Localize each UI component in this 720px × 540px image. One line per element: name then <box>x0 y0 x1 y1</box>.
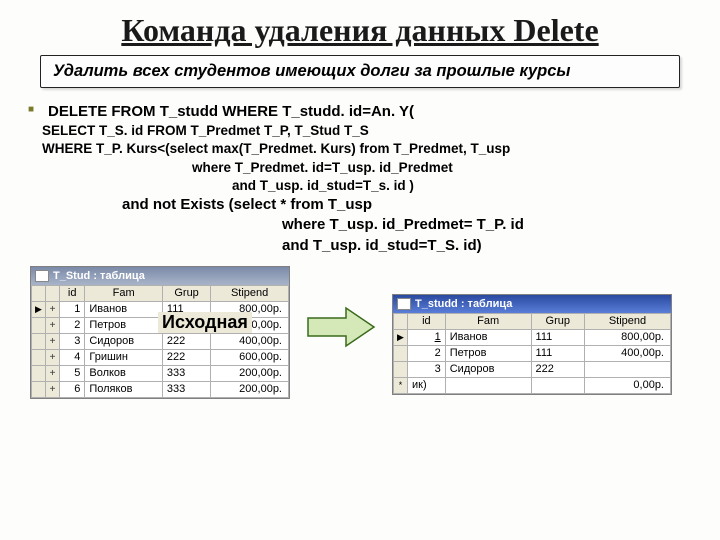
col-stipend: Stipend <box>584 313 670 329</box>
table-row[interactable]: +4Гришин222600,00р. <box>32 349 289 365</box>
table-row[interactable]: +3Сидоров222400,00р. <box>32 333 289 349</box>
arrow-icon <box>306 306 376 348</box>
datasheet-icon <box>397 298 411 310</box>
col-stipend: Stipend <box>211 285 289 301</box>
table-row[interactable]: *ик)0,00р. <box>394 377 671 393</box>
sql-line: and T_usp. id_stud=T_s. id ) <box>42 177 686 195</box>
sql-line: DELETE FROM T_studd WHERE T_studd. id=An… <box>42 102 686 122</box>
col-fam: Fam <box>445 313 531 329</box>
sql-block: DELETE FROM T_studd WHERE T_studd. id=An… <box>42 102 686 256</box>
expand-col-header <box>46 285 60 301</box>
sql-line: SELECT T_S. id FROM T_Predmet T_P, T_Stu… <box>42 122 686 140</box>
corner-cell <box>394 313 408 329</box>
result-datagrid: id Fam Grup Stipend ▶1Иванов111800,00р. … <box>393 313 671 394</box>
task-text: Удалить всех студентов имеющих долги за … <box>53 62 571 80</box>
window-title-text: T_Stud : таблица <box>53 270 285 282</box>
slide-title: Команда удаления данных Delete <box>30 12 690 49</box>
sql-line: and T_usp. id_stud=T_S. id) <box>42 236 686 256</box>
col-id: id <box>60 285 85 301</box>
table-row[interactable]: +6Поляков333200,00р. <box>32 381 289 397</box>
table-row[interactable]: 3Сидоров222 <box>394 361 671 377</box>
sql-line: and not Exists (select * from T_usp <box>42 195 686 215</box>
corner-cell <box>32 285 46 301</box>
col-grup: Grup <box>162 285 210 301</box>
header-row: id Fam Grup Stipend <box>394 313 671 329</box>
table-row[interactable]: ▶1Иванов111800,00р. <box>394 329 671 345</box>
sql-line: where T_Predmet. id=T_usp. id_Predmet <box>42 159 686 177</box>
window-titlebar: T_Stud : таблица <box>31 267 289 285</box>
col-id: id <box>408 313 446 329</box>
source-datagrid: id Fam Grup Stipend ▶+1Иванов111800,00р.… <box>31 285 289 398</box>
window-title-text: T_studd : таблица <box>415 298 667 310</box>
sql-line: where T_usp. id_Predmet= T_P. id <box>42 215 686 235</box>
header-row: id Fam Grup Stipend <box>32 285 289 301</box>
result-table-window: T_studd : таблица id Fam Grup Stipend ▶1… <box>392 294 672 395</box>
window-titlebar: T_studd : таблица <box>393 295 671 313</box>
col-fam: Fam <box>85 285 163 301</box>
table-row[interactable]: +5Волков333200,00р. <box>32 365 289 381</box>
table-row[interactable]: 2Петров111400,00р. <box>394 345 671 361</box>
sql-line: WHERE T_P. Kurs<(select max(T_Predmet. K… <box>42 140 686 158</box>
task-box: Удалить всех студентов имеющих долги за … <box>40 55 680 88</box>
source-table-label: Исходная <box>158 312 252 333</box>
col-grup: Grup <box>531 313 584 329</box>
datasheet-icon <box>35 270 49 282</box>
